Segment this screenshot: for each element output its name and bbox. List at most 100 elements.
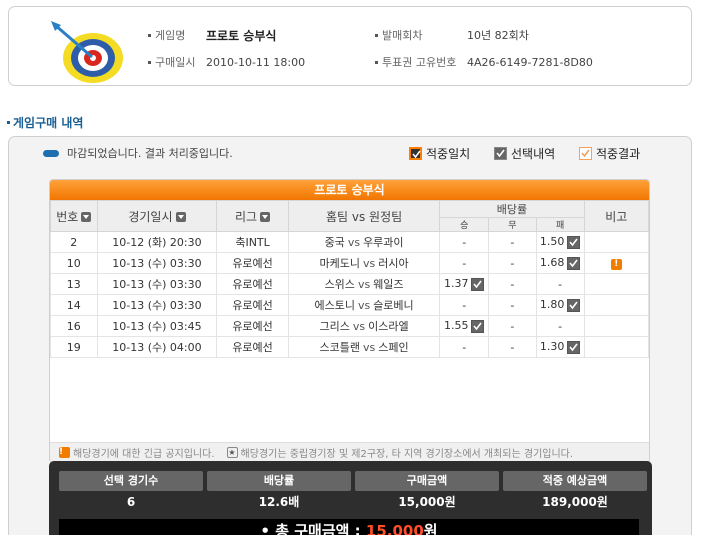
summary-expected-label: 적중 예상금액 (503, 471, 647, 491)
row-date: 10-12 (화) 20:30 (96, 231, 218, 253)
row-league: 유로예선 (216, 273, 289, 295)
row-date: 10-13 (수) 03:30 (96, 294, 218, 316)
home-team: 그리스 (319, 320, 350, 333)
section-title: 게임구매 내역 (7, 114, 83, 131)
warning-icon: ! (59, 447, 70, 458)
status-message: 마감되었습니다. 결과 처리중입니다. (67, 147, 233, 160)
selection-icon (567, 340, 581, 354)
game-name-label: 게임명 (155, 29, 186, 42)
legend-hit-result-label: 적중결과 (596, 147, 641, 161)
away-team: 슬로베니 (373, 299, 414, 312)
odds-draw-cell: - (488, 294, 537, 316)
row-league: 유로예선 (216, 252, 289, 274)
home-team: 스코틀랜 (319, 341, 360, 354)
purchase-time-label: 구매일시 (155, 56, 196, 69)
sort-icon[interactable] (260, 212, 271, 222)
row-no: 16 (50, 315, 98, 337)
col-league[interactable]: 리그 (216, 200, 289, 232)
legend-selection-label: 선택내역 (511, 147, 556, 161)
odds-lose-cell: 1.30 (535, 336, 585, 358)
round-value: 10년 82회차 (467, 29, 529, 42)
away-team: 이스라엘 (368, 320, 409, 333)
table-title: 프로토 승부식 (50, 180, 649, 200)
col-odds: 배당률 (439, 200, 585, 218)
odds-draw-cell: - (488, 231, 537, 253)
sort-icon[interactable] (175, 212, 186, 222)
total-value: 15,000 (365, 522, 424, 535)
legend-hit-result: 적중결과 (579, 145, 640, 162)
table-row: 19 10-13 (수) 04:00 유로예선 스코틀랜 vs 스페인 - -1.30 (50, 336, 649, 358)
summary-count-label: 선택 경기수 (59, 471, 203, 491)
row-no: 2 (50, 231, 98, 253)
bet-table: 프로토 승부식 번호 경기일시 리그 홈팀 vs 원정팀 배당률 비고 승 무 (49, 179, 650, 463)
col-draw: 무 (488, 217, 537, 232)
vs-label: vs (357, 299, 371, 312)
row-teams: 에스토니 vs 슬로베니 (287, 294, 441, 316)
bullet-icon (375, 33, 378, 37)
row-note (583, 336, 649, 358)
bet-table-grid: 번호 경기일시 리그 홈팀 vs 원정팀 배당률 비고 승 무 패 2 10-12… (50, 200, 649, 450)
home-team: 스위스 (324, 278, 355, 291)
status-pill-icon (43, 149, 59, 157)
row-no: 13 (50, 273, 98, 295)
row-note (583, 294, 649, 316)
col-note: 비고 (583, 200, 649, 232)
home-team: 마케도니 (319, 257, 360, 270)
table-footer: ! 해당경기에 대한 긴급 공지입니다. ★ 해당경기는 중립경기장 및 제2구… (50, 442, 649, 462)
summary-odds: 배당률 12.6배 (207, 471, 351, 513)
summary-count: 선택 경기수 6 (59, 471, 203, 513)
away-team: 웨일즈 (373, 278, 404, 291)
odds-win-cell: - (439, 294, 490, 316)
game-info-box: 게임명 프로토 승부식 구매일시 2010-10-11 18:00 발매회차 1… (8, 6, 692, 86)
odds-lose-cell: - (535, 315, 585, 337)
table-row: 16 10-13 (수) 03:45 유로예선 그리스 vs 이스라엘 1.55- - (50, 315, 649, 337)
col-date[interactable]: 경기일시 (96, 200, 218, 232)
bullet-icon (148, 60, 151, 64)
odds-win-cell: - (439, 252, 490, 274)
away-team: 스페인 (378, 341, 409, 354)
row-date: 10-13 (수) 03:45 (96, 315, 218, 337)
row-note: ! (583, 252, 649, 274)
col-no[interactable]: 번호 (50, 200, 98, 232)
warning-icon[interactable]: ! (610, 259, 622, 270)
odds-draw-cell: - (488, 336, 537, 358)
vs-label: vs (362, 341, 376, 354)
legend-selection: 선택내역 (494, 145, 555, 162)
dartboard-icon (49, 21, 129, 83)
game-name-value: 프로토 승부식 (206, 28, 277, 43)
odds-lose-cell: 1.50 (535, 231, 585, 253)
home-team: 중국 (324, 236, 345, 249)
row-note (583, 315, 649, 337)
row-teams: 스코틀랜 vs 스페인 (287, 336, 441, 358)
total-amount-bar: • 총 구매금액 : 15,000원 (59, 519, 639, 535)
odds-lose-cell: - (535, 273, 585, 295)
odds-win-cell: 1.37 (439, 273, 490, 295)
selection-icon (494, 147, 507, 160)
ticket-id-row: 투표권 고유번호 4A26-6149-7281-8D80 (375, 54, 593, 70)
game-name-row: 게임명 프로토 승부식 (148, 27, 276, 43)
round-row: 발매회차 10년 82회차 (375, 27, 529, 43)
row-league: 축INTL (216, 231, 289, 253)
row-note (583, 231, 649, 253)
bet-table-body: 2 10-12 (화) 20:30 축INTL 중국 vs 우루과이 - -1.50 10 10-… (50, 231, 649, 450)
footer-notice: 해당경기에 대한 긴급 공지입니다. (73, 449, 215, 460)
home-team: 에스토니 (314, 299, 355, 312)
status-line: 마감되었습니다. 결과 처리중입니다. (43, 145, 233, 161)
odds-draw-cell: - (488, 315, 537, 337)
away-team: 우루과이 (363, 236, 404, 249)
table-row: 13 10-13 (수) 03:30 유로예선 스위스 vs 웨일즈 1.37- - (50, 273, 649, 295)
hit-match-icon (409, 147, 422, 160)
row-league: 유로예선 (216, 315, 289, 337)
row-date: 10-13 (수) 04:00 (96, 336, 218, 358)
sort-icon[interactable] (81, 212, 92, 222)
summary-amount: 구매금액 15,000원 (355, 471, 499, 513)
odds-win-cell: - (439, 336, 490, 358)
away-team: 러시아 (378, 257, 409, 270)
total-label: • 총 구매금액 : (260, 522, 361, 535)
col-lose: 패 (535, 217, 585, 232)
purchase-time-row: 구매일시 2010-10-11 18:00 (148, 54, 305, 70)
row-date: 10-13 (수) 03:30 (96, 252, 218, 274)
purchase-summary: 선택 경기수 6 배당률 12.6배 구매금액 15,000원 적중 예상금액 … (49, 461, 652, 535)
row-no: 19 (50, 336, 98, 358)
total-unit: 원 (423, 522, 438, 535)
